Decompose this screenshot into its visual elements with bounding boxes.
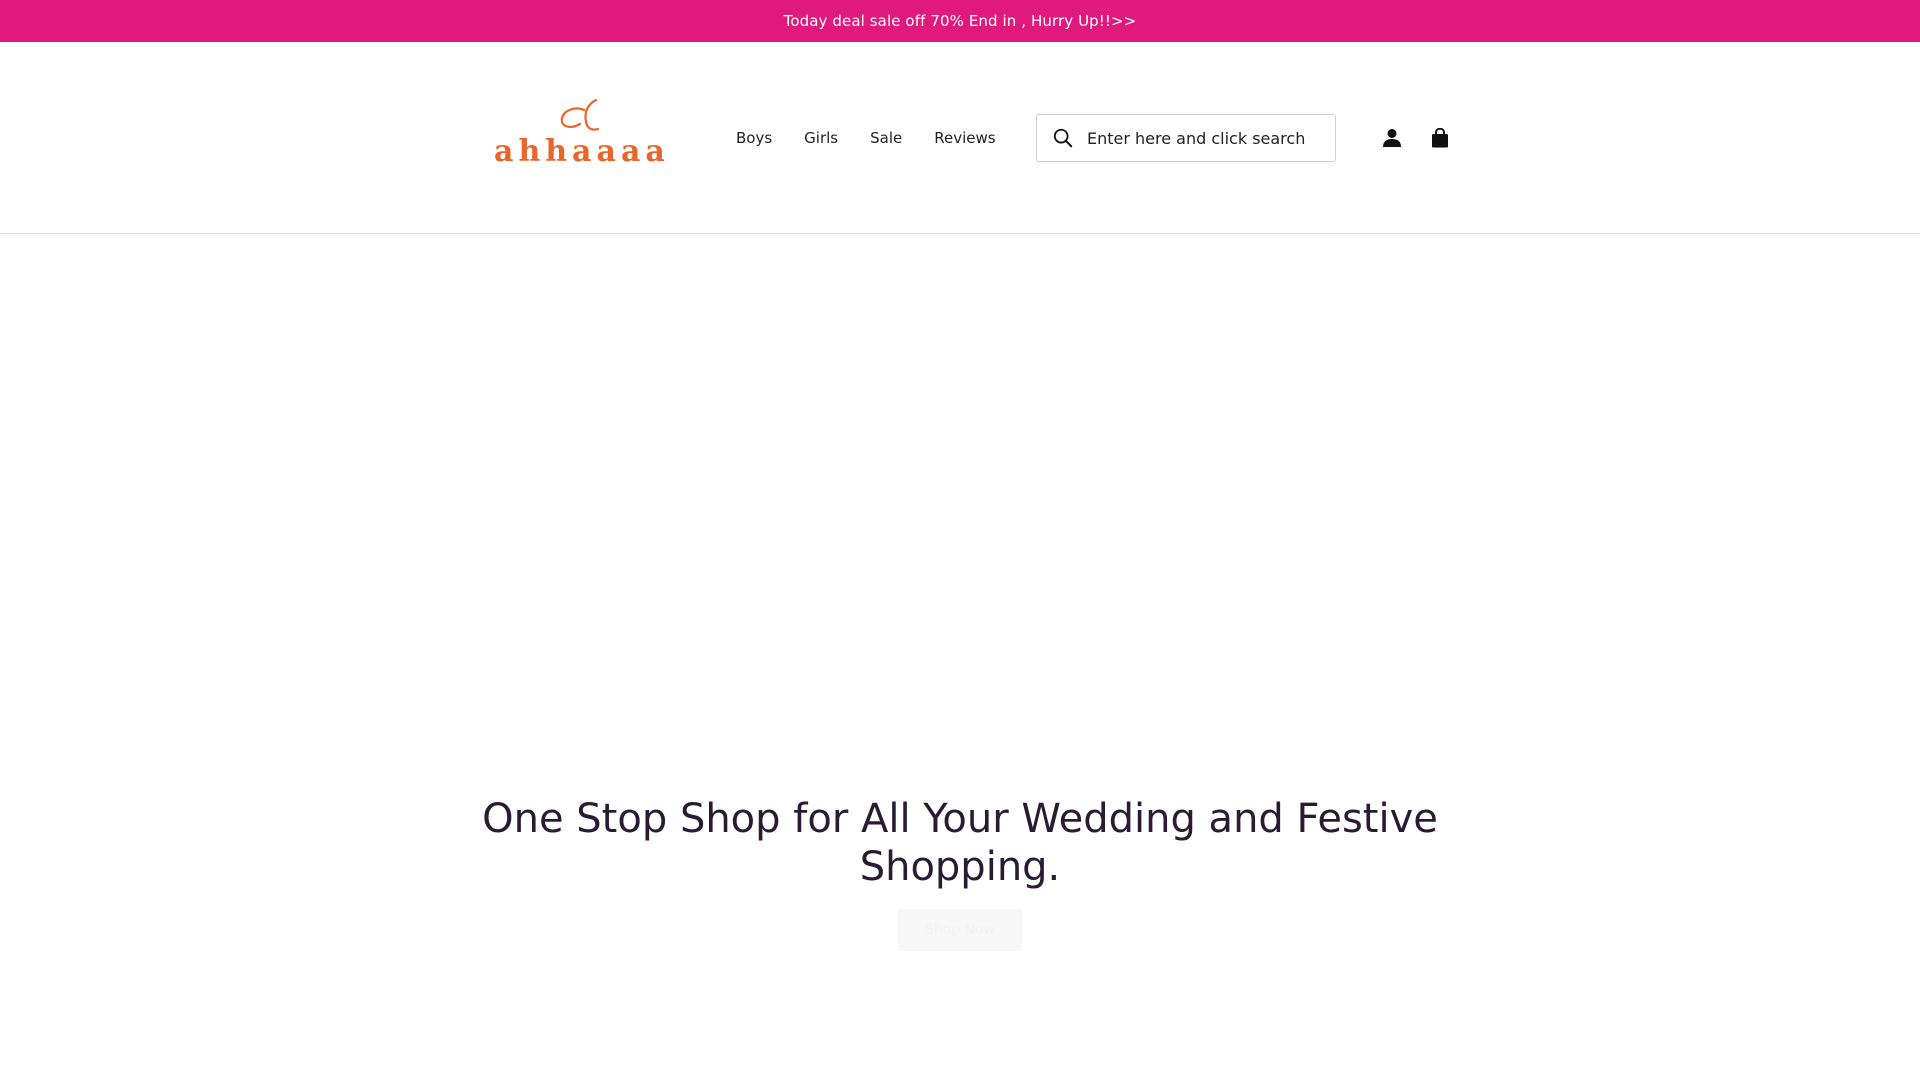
announcement-bar[interactable]: Today deal sale off 70% End in , Hurry U… bbox=[0, 0, 1920, 42]
cart-icon[interactable] bbox=[1428, 126, 1452, 150]
shop-now-button[interactable]: Shop Now bbox=[898, 909, 1022, 951]
logo-text: ahhaaaa bbox=[494, 134, 670, 169]
nav-item-sale[interactable]: Sale bbox=[870, 129, 902, 147]
site-header: ahhaaaa Boys Girls Sale Reviews bbox=[0, 42, 1920, 234]
logo-mark-icon bbox=[560, 98, 600, 131]
hero-banner: One Stop Shop for All Your Wedding and F… bbox=[0, 235, 1920, 1080]
logo[interactable]: ahhaaaa bbox=[492, 98, 665, 178]
account-icon[interactable] bbox=[1380, 126, 1404, 150]
main-nav: Boys Girls Sale Reviews bbox=[736, 126, 1028, 150]
announcement-text[interactable]: Today deal sale off 70% End in , Hurry U… bbox=[784, 12, 1137, 30]
search-input[interactable] bbox=[1085, 127, 1315, 149]
search-box[interactable] bbox=[1036, 114, 1336, 162]
hero-heading: One Stop Shop for All Your Wedding and F… bbox=[482, 796, 1438, 890]
nav-item-reviews[interactable]: Reviews bbox=[934, 129, 995, 147]
nav-item-girls[interactable]: Girls bbox=[804, 129, 838, 147]
search-icon[interactable] bbox=[1051, 126, 1075, 150]
nav-item-boys[interactable]: Boys bbox=[736, 129, 772, 147]
